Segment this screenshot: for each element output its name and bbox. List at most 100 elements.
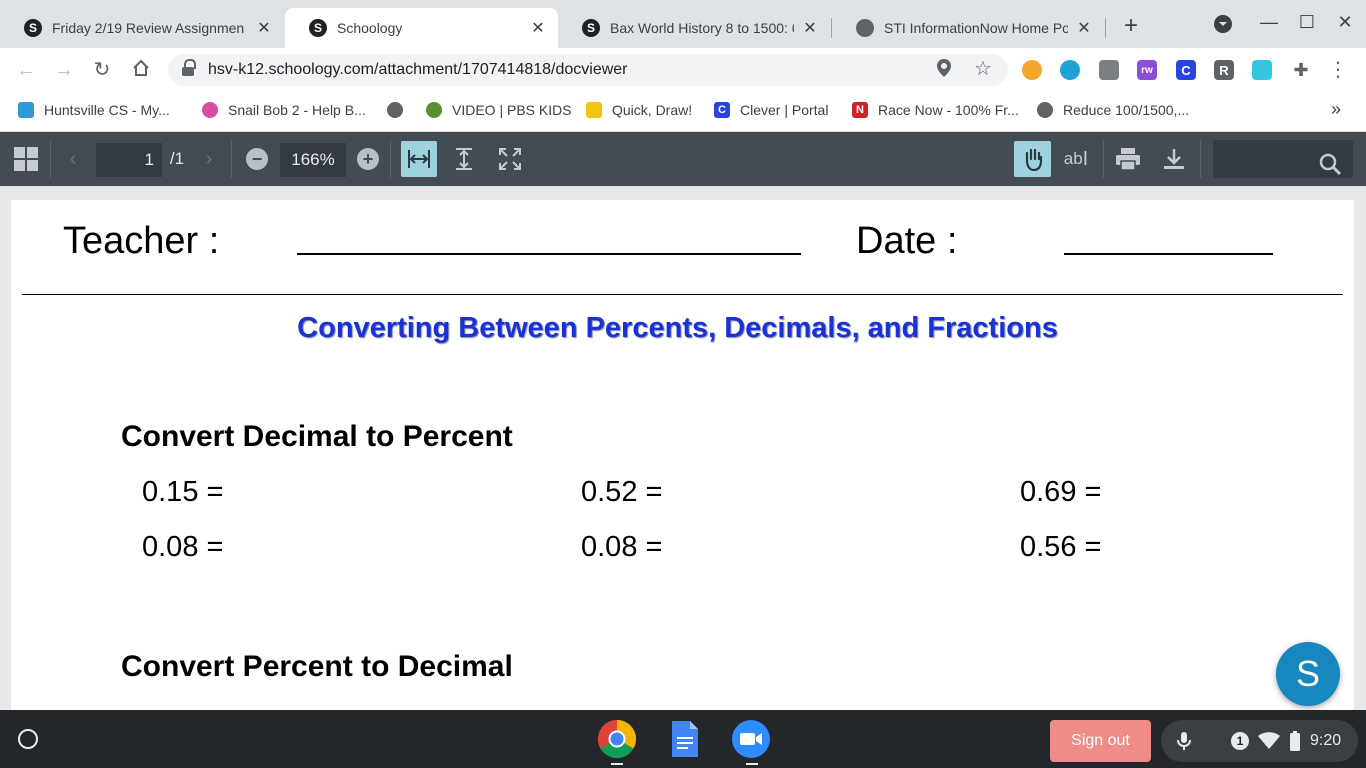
close-icon[interactable]: ✕ [802, 18, 818, 38]
forward-arrow-icon[interactable]: → [52, 58, 76, 82]
bookmark-star-icon[interactable]: ☆ [974, 56, 992, 81]
tab-schoology[interactable]: S Schoology ✕ [285, 8, 558, 48]
next-page-icon[interactable]: › [198, 141, 220, 177]
url-text: hsv-k12.schoology.com/attachment/1707414… [208, 61, 628, 78]
date-label: Date : [856, 220, 958, 262]
active-app-indicator [611, 763, 623, 765]
search-icon[interactable] [1316, 146, 1344, 182]
launcher-icon[interactable] [18, 729, 38, 749]
schoology-favicon-icon: S [309, 19, 327, 37]
problem-item: 0.56 = [1020, 531, 1102, 563]
bookmark-quick-draw[interactable]: Quick, Draw! [586, 102, 692, 118]
globe-icon [856, 19, 874, 37]
download-icon[interactable] [1159, 141, 1189, 177]
new-tab-plus-icon[interactable]: + [1119, 14, 1143, 38]
tab-world-history[interactable]: S Bax World History 8 to 1500: 0 ✕ [558, 8, 830, 48]
microphone-icon[interactable] [1175, 731, 1193, 756]
address-bar[interactable]: hsv-k12.schoology.com/attachment/1707414… [168, 54, 1008, 86]
extension-icon[interactable] [1252, 60, 1272, 80]
bookmark-race-now[interactable]: N Race Now - 100% Fr... [852, 102, 1019, 118]
worksheet-title: Converting Between Percents, Decimals, a… [297, 312, 1058, 344]
extension-icon[interactable] [1022, 60, 1042, 80]
active-app-indicator [746, 763, 758, 765]
bookmark-favicon-icon [426, 102, 442, 118]
tab-separator [1105, 18, 1106, 38]
battery-icon [1289, 731, 1301, 756]
tab-title: Friday 2/19 Review Assignmen [52, 20, 245, 36]
bookmark-favicon-icon [586, 102, 602, 118]
problem-item: 0.08 = [142, 531, 224, 563]
browser-toolbar: ← → ↻ hsv-k12.schoology.com/attachment/1… [0, 48, 1366, 92]
print-icon[interactable] [1113, 141, 1143, 177]
zoom-level[interactable]: 166% [280, 143, 346, 177]
clock-time: 9:20 [1310, 732, 1342, 749]
page-number-input[interactable]: 1 [96, 143, 162, 177]
tab-friday-review[interactable]: S Friday 2/19 Review Assignmen ✕ [0, 8, 284, 48]
google-docs-app-icon[interactable] [664, 719, 704, 759]
home-icon[interactable] [129, 58, 153, 82]
document-page: Teacher : Date : Converting Between Perc… [11, 200, 1354, 710]
clever-favicon-icon: C [714, 102, 730, 118]
extension-icon[interactable] [1099, 60, 1119, 80]
bookmark-globe[interactable] [387, 102, 403, 118]
schoology-assistant-button[interactable]: S [1276, 642, 1340, 706]
toolbar-separator [1103, 140, 1104, 178]
fit-width-icon[interactable] [401, 141, 437, 177]
tab-title: Bax World History 8 to 1500: 0 [610, 20, 794, 36]
bookmark-clever[interactable]: C Clever | Portal [714, 102, 828, 118]
zoom-out-icon[interactable]: − [245, 141, 269, 177]
close-icon[interactable]: ✕ [1076, 18, 1092, 38]
os-shelf: Sign out 1 9:20 [0, 710, 1366, 768]
extension-icon[interactable]: R [1214, 60, 1234, 80]
bookmark-pbs-kids[interactable]: VIDEO | PBS KIDS [426, 102, 572, 118]
text-select-icon[interactable]: ab I [1060, 141, 1092, 177]
maximize-icon[interactable]: ☐ [1294, 12, 1320, 33]
bookmarks-overflow-icon[interactable]: » [1331, 99, 1341, 120]
tab-strip: S Friday 2/19 Review Assignmen ✕ S Schoo… [0, 0, 1366, 48]
close-icon[interactable]: ✕ [256, 18, 272, 38]
globe-icon [387, 102, 403, 118]
fullscreen-icon[interactable] [494, 141, 526, 177]
problem-item: 0.15 = [142, 476, 224, 508]
extension-icon[interactable]: rw [1137, 60, 1157, 80]
zoom-in-icon[interactable]: + [356, 141, 380, 177]
bookmark-huntsville[interactable]: Huntsville CS - My... [18, 102, 170, 118]
problem-item: 0.52 = [581, 476, 663, 508]
schoology-favicon-icon: S [24, 19, 42, 37]
lock-icon [182, 59, 196, 76]
close-icon[interactable]: ✕ [530, 18, 546, 38]
location-pin-icon[interactable] [936, 58, 952, 83]
bookmark-snail-bob[interactable]: Snail Bob 2 - Help B... [202, 102, 366, 118]
hand-pan-icon[interactable] [1014, 141, 1051, 177]
tab-sti-informationnow[interactable]: STI InformationNow Home Por ✕ [832, 8, 1104, 48]
extension-icon[interactable]: C [1176, 60, 1196, 80]
teacher-label: Teacher : [63, 220, 220, 262]
zoom-app-icon[interactable] [731, 719, 771, 759]
bookmark-favicon-icon [18, 102, 34, 118]
thumbnails-grid-icon[interactable] [12, 141, 40, 177]
reload-icon[interactable]: ↻ [90, 58, 114, 82]
previous-page-icon[interactable]: ‹ [62, 141, 84, 177]
kebab-menu-icon[interactable]: ⋮ [1326, 58, 1350, 82]
notification-count-badge[interactable]: 1 [1231, 732, 1249, 750]
back-arrow-icon[interactable]: ← [14, 58, 38, 82]
extension-icon[interactable] [1060, 60, 1080, 80]
bookmarks-bar: Huntsville CS - My... Snail Bob 2 - Help… [0, 92, 1366, 132]
section-heading-percent-to-decimal: Convert Percent to Decimal [121, 650, 513, 683]
extensions-puzzle-icon[interactable]: ✚ [1289, 58, 1313, 82]
close-window-icon[interactable]: ✕ [1332, 12, 1358, 33]
sign-out-button[interactable]: Sign out [1050, 720, 1151, 762]
chrome-app-icon[interactable] [597, 719, 637, 759]
document-viewport[interactable]: Teacher : Date : Converting Between Perc… [0, 186, 1366, 710]
wifi-icon [1258, 732, 1280, 755]
toolbar-separator [231, 140, 232, 178]
bookmark-reduce[interactable]: Reduce 100/1500,... [1037, 102, 1189, 118]
tab-search-chevron-icon[interactable] [1210, 14, 1236, 39]
doc-viewer-toolbar: ‹ 1 /1 › − 166% + ab I [0, 132, 1366, 186]
schoology-favicon-icon: S [582, 19, 600, 37]
tab-title: Schoology [337, 20, 403, 36]
minimize-icon[interactable]: — [1256, 12, 1282, 33]
fit-height-icon[interactable] [448, 141, 480, 177]
date-blank-line [1064, 253, 1273, 255]
page-total: /1 [169, 149, 185, 168]
